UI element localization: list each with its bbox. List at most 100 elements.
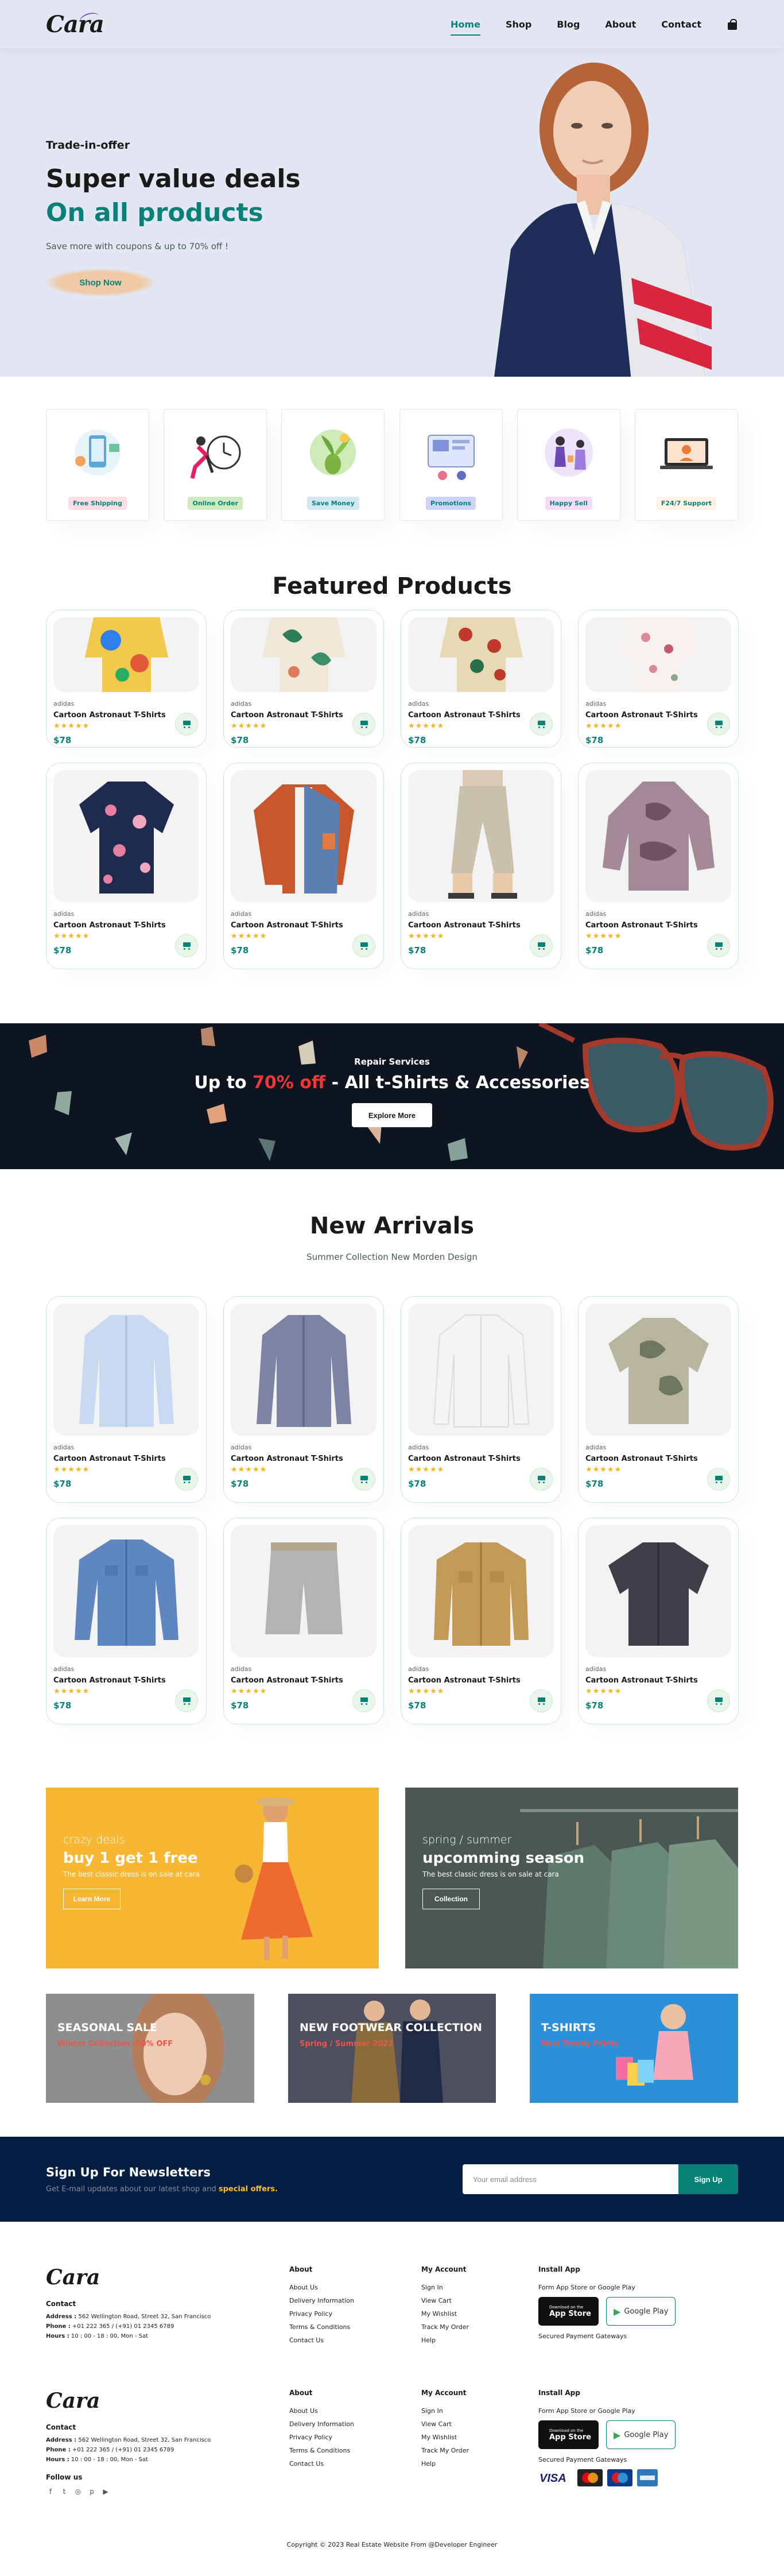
product-card[interactable]: adidas Cartoon Astronaut T-Shirts ★★★★★ … <box>46 1296 207 1503</box>
link-delivery[interactable]: Delivery Information <box>289 2420 354 2428</box>
feature-promotions: Promotions <box>399 409 503 521</box>
youtube-icon[interactable]: ▶ <box>101 2487 110 2496</box>
shop-now-button[interactable]: Shop Now <box>46 269 155 296</box>
nav-shop[interactable]: Shop <box>506 17 531 32</box>
link-wishlist[interactable]: My Wishlist <box>421 2310 469 2318</box>
product-price: $78 <box>408 735 426 745</box>
add-to-cart-button[interactable] <box>352 1468 375 1491</box>
learn-more-button[interactable]: Learn More <box>63 1889 121 1909</box>
collection-button[interactable]: Collection <box>422 1889 480 1909</box>
about-title: About <box>289 2265 313 2273</box>
product-card[interactable]: adidas Cartoon Astronaut T-Shirts ★★★★★ … <box>401 1518 561 1724</box>
link-sign-in[interactable]: Sign In <box>421 2407 469 2415</box>
twitter-icon[interactable]: t <box>60 2487 69 2496</box>
add-to-cart-button[interactable] <box>352 713 375 736</box>
address-line: Address : 562 Wellington Road, Street 32… <box>46 2314 211 2320</box>
add-to-cart-button[interactable] <box>175 1689 198 1712</box>
product-card[interactable]: adidas Cartoon Astronaut T-Shirts ★★★★★ … <box>578 1518 739 1724</box>
product-card[interactable]: adidas Cartoon Astronaut T-Shirts ★★★★★ … <box>223 610 384 748</box>
app-store-button[interactable]: Download on the App Store <box>538 2420 599 2449</box>
nav-blog[interactable]: Blog <box>557 17 580 32</box>
product-card[interactable]: adidas Cartoon Astronaut T-Shirts ★★★★★ … <box>46 1518 207 1724</box>
install-app-title: Install App <box>538 2265 580 2273</box>
visa-icon: VISA <box>540 2472 566 2485</box>
link-privacy[interactable]: Privacy Policy <box>289 2434 354 2441</box>
link-track-order[interactable]: Track My Order <box>421 2447 469 2454</box>
product-brand: adidas <box>53 1444 75 1451</box>
product-card[interactable]: adidas Cartoon Astronaut T-Shirts ★★★★★ … <box>578 763 739 969</box>
product-brand: adidas <box>585 1665 607 1673</box>
link-terms[interactable]: Terms & Conditions <box>289 2447 354 2454</box>
pinterest-icon[interactable]: p <box>87 2487 96 2496</box>
app-store-button[interactable]: Download on the App Store <box>538 2297 599 2326</box>
product-card[interactable]: adidas Cartoon Astronaut T-Shirts ★★★★★ … <box>223 1296 384 1503</box>
link-sign-in[interactable]: Sign In <box>421 2284 469 2291</box>
add-to-cart-button[interactable] <box>707 1468 730 1491</box>
email-input[interactable] <box>463 2164 678 2194</box>
link-contact[interactable]: Contact Us <box>289 2460 354 2467</box>
product-price: $78 <box>585 735 604 745</box>
seasonal-model-image <box>132 1994 224 2103</box>
product-name: Cartoon Astronaut T-Shirts <box>53 1676 166 1685</box>
link-about-us[interactable]: About Us <box>289 2407 354 2415</box>
add-to-cart-button[interactable] <box>707 1689 730 1712</box>
hours-line: Hours : 10 : 00 - 18 : 00, Mon - Sat <box>46 2457 149 2463</box>
add-to-cart-button[interactable] <box>530 1689 553 1712</box>
add-to-cart-button[interactable] <box>707 713 730 736</box>
add-to-cart-button[interactable] <box>175 1468 198 1491</box>
shopping-bag-icon[interactable] <box>727 18 738 30</box>
add-to-cart-button[interactable] <box>530 934 553 957</box>
nav-about[interactable]: About <box>605 17 636 32</box>
add-to-cart-button[interactable] <box>530 713 553 736</box>
sign-up-button[interactable]: Sign Up <box>678 2164 738 2194</box>
product-card[interactable]: adidas Cartoon Astronaut T-Shirts ★★★★★ … <box>401 1296 561 1503</box>
link-about-us[interactable]: About Us <box>289 2284 354 2291</box>
install-app-title: Install App <box>538 2389 580 2397</box>
facebook-icon[interactable]: f <box>46 2487 55 2496</box>
explore-more-button[interactable]: Explore More <box>352 1103 432 1127</box>
product-card[interactable]: adidas Cartoon Astronaut T-Shirts ★★★★★ … <box>223 1518 384 1724</box>
product-card[interactable]: adidas Cartoon Astronaut T-Shirts ★★★★★ … <box>46 763 207 969</box>
banner-subtitle: Spring / Summer 2022 <box>300 2040 394 2048</box>
product-card[interactable]: adidas Cartoon Astronaut T-Shirts ★★★★★ … <box>578 1296 739 1503</box>
instagram-icon[interactable]: ◎ <box>73 2487 83 2496</box>
link-help[interactable]: Help <box>421 2460 469 2467</box>
google-play-button[interactable]: ▶ Google Play <box>606 2420 676 2449</box>
link-terms[interactable]: Terms & Conditions <box>289 2323 354 2331</box>
nav-home[interactable]: Home <box>451 17 480 36</box>
banner-title: SEASONAL SALE <box>57 2021 158 2034</box>
link-privacy[interactable]: Privacy Policy <box>289 2310 354 2318</box>
link-track-order[interactable]: Track My Order <box>421 2323 469 2331</box>
product-name: Cartoon Astronaut T-Shirts <box>408 1455 521 1463</box>
product-card[interactable]: adidas Cartoon Astronaut T-Shirts ★★★★★ … <box>223 763 384 969</box>
link-delivery[interactable]: Delivery Information <box>289 2297 354 2304</box>
link-wishlist[interactable]: My Wishlist <box>421 2434 469 2441</box>
product-image <box>53 617 199 692</box>
product-card[interactable]: adidas Cartoon Astronaut T-Shirts ★★★★★ … <box>401 763 561 969</box>
google-play-button[interactable]: ▶ Google Play <box>606 2297 676 2326</box>
link-view-cart[interactable]: View Cart <box>421 2297 469 2304</box>
product-brand: adidas <box>231 1665 252 1673</box>
product-card[interactable]: adidas Cartoon Astronaut T-Shirts ★★★★★ … <box>578 610 739 748</box>
product-card[interactable]: adidas Cartoon Astronaut T-Shirts ★★★★★ … <box>401 610 561 748</box>
product-image <box>231 1525 377 1657</box>
newsletter-title: Sign Up For Newsletters <box>46 2165 211 2179</box>
add-to-cart-button[interactable] <box>352 934 375 957</box>
add-to-cart-button[interactable] <box>175 713 198 736</box>
add-to-cart-button[interactable] <box>175 934 198 957</box>
brand-logo[interactable]: Cara <box>46 10 104 38</box>
link-contact[interactable]: Contact Us <box>289 2337 354 2344</box>
product-card[interactable]: adidas Cartoon Astronaut T-Shirts ★★★★★ … <box>46 610 207 748</box>
link-view-cart[interactable]: View Cart <box>421 2420 469 2428</box>
add-to-cart-button[interactable] <box>707 934 730 957</box>
tshirts-model-image <box>616 2004 693 2086</box>
add-to-cart-button[interactable] <box>530 1468 553 1491</box>
banner-subtitle: Winter Collection -50% OFF <box>57 2040 173 2048</box>
product-name: Cartoon Astronaut T-Shirts <box>231 1676 343 1685</box>
nav-contact[interactable]: Contact <box>661 17 701 32</box>
link-help[interactable]: Help <box>421 2337 469 2344</box>
footer-logo[interactable]: Cara <box>46 2389 211 2413</box>
footer-logo[interactable]: Cara <box>46 2265 211 2289</box>
payment-methods: VISA <box>538 2469 680 2486</box>
add-to-cart-button[interactable] <box>352 1689 375 1712</box>
